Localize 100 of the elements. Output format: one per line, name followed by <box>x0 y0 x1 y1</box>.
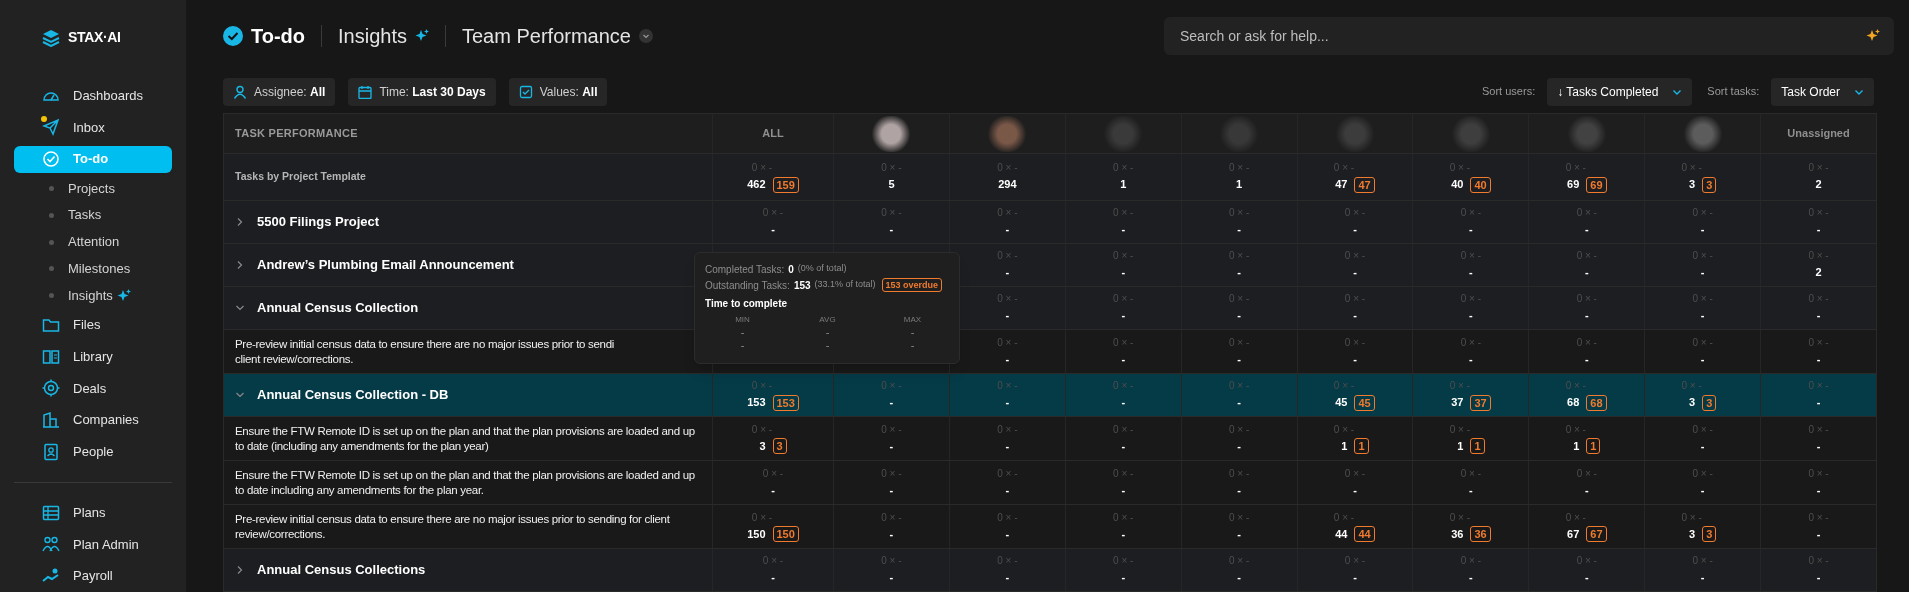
count-text: 150 <box>747 526 766 542</box>
overdue-badge: 67 <box>1586 526 1607 542</box>
count-text: - <box>771 482 775 498</box>
overdue-badge: 1 <box>1470 438 1485 454</box>
count-text: - <box>1700 482 1705 498</box>
count-text: - <box>1469 265 1473 281</box>
count-text: 37 <box>1451 395 1464 411</box>
count-text: - <box>1700 265 1705 281</box>
section-heading: Time to complete <box>705 297 789 311</box>
column-header: MAX <box>902 314 923 326</box>
count-text: - <box>1816 351 1821 367</box>
count-text: 1 <box>1341 438 1348 454</box>
count-text: - <box>1121 482 1126 498</box>
stat-text: - <box>909 339 916 352</box>
count-text: - <box>889 438 894 454</box>
count-text: 1 <box>1120 177 1127 193</box>
count-text: - <box>1237 482 1241 498</box>
count-text: 40 <box>1451 177 1464 193</box>
count-text: - <box>1469 570 1473 586</box>
count-text: - <box>889 222 894 238</box>
count-text: - <box>1237 438 1241 454</box>
count-text: - <box>1353 222 1357 238</box>
group-title: Andrew’s Plumbing Email Announcement <box>257 256 514 275</box>
count-text: 2 <box>1815 265 1822 281</box>
count-text: - <box>1584 265 1589 281</box>
stat-text: 0 × - <box>1681 379 1702 393</box>
count-text: - <box>1816 395 1821 411</box>
count-text: - <box>1353 570 1357 586</box>
count-text: - <box>1005 570 1010 586</box>
count-text: - <box>1816 570 1821 586</box>
count-text: - <box>1469 482 1473 498</box>
overdue-badge: 3 <box>1702 394 1717 411</box>
count-text: - <box>771 222 775 238</box>
overdue-badge: 3 <box>772 438 787 454</box>
count-text: - <box>889 570 894 586</box>
overdue-badge: 68 <box>1586 394 1607 411</box>
count-text: - <box>1005 526 1010 542</box>
stat-text: - <box>824 339 831 352</box>
count-text: - <box>1700 222 1705 238</box>
count-text: 3 <box>1689 526 1696 542</box>
count-text: - <box>1816 222 1821 238</box>
count-text: - <box>1816 308 1821 324</box>
task-title: Ensure the FTW Remote ID is set up on the plan and that the plan provisions are loaded and up to date (including any amendments for the plan year) <box>235 423 696 454</box>
count-text: - <box>1469 351 1473 367</box>
count-text: - <box>1005 351 1010 367</box>
logo-text: STAX·AI <box>68 28 121 48</box>
column-header: ALL <box>762 126 784 142</box>
overdue-badge: 69 <box>1586 176 1607 193</box>
count-text: 153 <box>747 395 766 411</box>
stat-text: 0 × - <box>881 379 902 393</box>
count-text: 462 <box>747 177 766 193</box>
count-text: 1 <box>1457 438 1464 454</box>
count-text: 45 <box>1335 395 1348 411</box>
sort-label: Sort users: <box>1482 84 1536 100</box>
overdue-badge: 45 <box>1354 394 1375 411</box>
stat-value: 0 <box>788 262 794 277</box>
group-title: 5500 Filings Project <box>257 213 380 232</box>
overdue-badge: 1 <box>1354 438 1369 454</box>
count-text: - <box>889 395 894 411</box>
group-title: Annual Census Collections <box>257 561 426 580</box>
column-header: MIN <box>734 314 751 326</box>
column-header: Unassigned <box>1787 126 1850 142</box>
count-text: - <box>1005 222 1010 238</box>
overdue-badge: 47 <box>1354 176 1375 193</box>
count-text: 67 <box>1567 526 1580 542</box>
count-text: - <box>1816 482 1821 498</box>
count-text: - <box>1121 438 1126 454</box>
count-text: - <box>1005 265 1010 281</box>
count-text: - <box>1121 395 1126 411</box>
count-text: - <box>1005 482 1010 498</box>
overdue-badge: 36 <box>1470 526 1491 542</box>
count-text: - <box>1237 351 1241 367</box>
count-text: - <box>1121 570 1126 586</box>
group-title: Annual Census Collection - DB <box>257 386 449 405</box>
count-text: - <box>889 482 894 498</box>
stat-text: 0 × - <box>751 379 773 393</box>
task-title: Pre-review initial census data to ensure there are no major issues prior to sendi client review/corrections. <box>235 336 615 367</box>
stat-text: 0 × - <box>1113 379 1134 393</box>
overdue-badge: 153 overdue <box>881 278 943 292</box>
count-text: - <box>1237 570 1241 586</box>
count-text: 3 <box>1689 395 1696 411</box>
overdue-badge: 150 <box>772 526 799 542</box>
stat-text: 0 × - <box>1333 379 1355 393</box>
count-text: - <box>1005 308 1010 324</box>
task-title: Ensure the FTW Remote ID is set up on the plan and that the plan provisions are loaded and up to date including any amendments for the plan year. <box>235 467 696 498</box>
count-text: 1 <box>1573 438 1580 454</box>
overdue-badge: 3 <box>1702 176 1717 193</box>
group-title: Annual Census Collection <box>257 299 419 318</box>
count-text: - <box>1237 395 1241 411</box>
count-text: 5 <box>888 177 895 193</box>
column-header: AVG <box>818 314 837 326</box>
row-label: Tasks by Project Template <box>235 169 366 185</box>
count-text: - <box>1121 308 1126 324</box>
count-text: - <box>1584 570 1589 586</box>
count-text: - <box>1700 351 1705 367</box>
count-text: - <box>1237 222 1241 238</box>
count-text: - <box>1121 351 1126 367</box>
count-text: - <box>1237 265 1241 281</box>
count-text: - <box>1700 438 1705 454</box>
task-title: Pre-review initial census data to ensure there are no major issues prior to sending for client review/corrections. <box>235 511 671 542</box>
